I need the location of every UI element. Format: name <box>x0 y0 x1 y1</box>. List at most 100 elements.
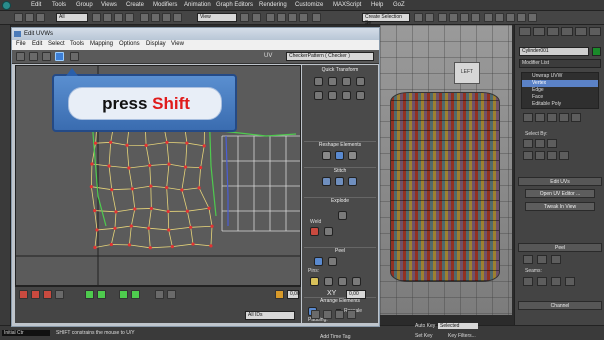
render-frame-icon[interactable] <box>506 13 515 22</box>
uv-value-spinner[interactable]: 0,00 <box>346 290 366 299</box>
select-by-name-icon[interactable] <box>103 13 112 22</box>
uv-shrink-icon[interactable] <box>97 290 106 299</box>
mirror-icon[interactable] <box>414 13 423 22</box>
edit-uvs-rollout[interactable]: Edit UVs <box>518 177 602 186</box>
scale-icon[interactable] <box>162 13 171 22</box>
uv-rotate-icon[interactable] <box>29 52 38 61</box>
utilities-tab-icon[interactable] <box>589 27 601 36</box>
stitch-average-icon[interactable] <box>335 177 344 186</box>
checker-textured-cylinder[interactable] <box>390 92 500 282</box>
menu-modifiers[interactable]: Modifiers <box>153 2 177 8</box>
uv-vertex-mode-icon[interactable] <box>19 290 28 299</box>
stitch-header[interactable]: Stitch <box>304 167 376 175</box>
hierarchy-tab-icon[interactable] <box>547 27 559 36</box>
modifier-list-combo[interactable]: Modifier List <box>519 59 601 68</box>
select-manipulate-icon[interactable] <box>252 13 261 22</box>
all-ids-combo[interactable]: All IDs <box>245 311 295 320</box>
select-vertex-icon[interactable] <box>523 139 533 148</box>
move-icon[interactable] <box>140 13 149 22</box>
stack-item-edge[interactable]: Edge <box>522 87 598 94</box>
tweak-in-view-button[interactable]: Tweak In View <box>525 202 595 211</box>
pin-icon[interactable] <box>310 277 319 286</box>
open-uv-editor-button[interactable]: Open UV Editor ... <box>525 189 595 198</box>
render-icon[interactable] <box>517 13 526 22</box>
uv-menu-tools[interactable]: Tools <box>70 41 84 47</box>
explode-header[interactable]: Explode <box>304 197 376 205</box>
peel-detach-icon[interactable] <box>314 257 323 266</box>
show-end-result-icon[interactable] <box>535 113 545 122</box>
maxscript-listener-field[interactable]: Initial Ctr <box>2 330 50 336</box>
channel-rollout[interactable]: Channel <box>518 301 602 310</box>
rotate-icon[interactable] <box>151 13 160 22</box>
align-icon[interactable] <box>425 13 434 22</box>
select-object-icon[interactable] <box>92 13 101 22</box>
render-production-icon[interactable] <box>528 13 537 22</box>
relax-by-face-icon[interactable] <box>348 151 357 160</box>
uv-zoom-icon[interactable] <box>323 310 332 319</box>
break-icon[interactable] <box>338 211 347 220</box>
undo-icon[interactable] <box>14 13 23 22</box>
auto-pin-icon[interactable] <box>338 277 347 286</box>
remove-modifier-icon[interactable] <box>559 113 569 122</box>
angle-snap-icon[interactable] <box>277 13 286 22</box>
rect-region-icon[interactable] <box>114 13 123 22</box>
menu-group[interactable]: Group <box>76 2 93 8</box>
seams-expand-icon[interactable] <box>551 277 561 286</box>
uv-select-by-id-icon[interactable] <box>167 290 176 299</box>
schematic-icon[interactable] <box>471 13 480 22</box>
rotate-ccw-icon[interactable] <box>328 91 337 100</box>
named-selection-combo[interactable]: Create Selection Se <box>362 13 410 26</box>
uv-edge-mode-icon[interactable] <box>31 290 40 299</box>
quick-transform-header[interactable]: Quick Transform <box>304 67 376 75</box>
uv-mirror-icon[interactable] <box>70 52 79 61</box>
add-time-tag-button[interactable]: Add Time Tag <box>320 334 350 340</box>
menu-customize[interactable]: Customize <box>295 2 323 8</box>
uv-menu-mapping[interactable]: Mapping <box>90 41 113 47</box>
pelt-map-icon[interactable] <box>537 255 547 264</box>
reset-peel-icon[interactable] <box>551 255 561 264</box>
seams-clear-icon[interactable] <box>565 277 575 286</box>
loop-selection-icon[interactable] <box>559 151 569 160</box>
stack-item-face[interactable]: Face <box>522 94 598 101</box>
uv-scale-icon[interactable] <box>42 52 51 61</box>
uv-move-icon[interactable] <box>16 52 25 61</box>
texture-combo[interactable]: CheckerPattern ( Checker ) <box>286 52 374 61</box>
menu-tools[interactable]: Tools <box>52 2 66 8</box>
spinner-snap-icon[interactable] <box>299 13 308 22</box>
weld-target-icon[interactable] <box>324 227 333 236</box>
curve-editor-icon[interactable] <box>460 13 469 22</box>
selection-filter-combo[interactable]: All <box>56 13 88 22</box>
uv-u-spinner[interactable]: 0,00 <box>287 290 300 299</box>
edit-named-sel-icon[interactable] <box>312 13 321 22</box>
uv-menu-display[interactable]: Display <box>146 41 166 47</box>
menu-rendering[interactable]: Rendering <box>259 2 287 8</box>
uv-lock-icon[interactable] <box>275 290 284 299</box>
uv-zoom-extents-icon[interactable] <box>347 310 356 319</box>
layer-manager-icon[interactable] <box>438 13 447 22</box>
display-tab-icon[interactable] <box>575 27 587 36</box>
menu-graph-editors[interactable]: Graph Editors <box>216 2 253 8</box>
object-name-field[interactable]: Cylinder001 <box>519 47 589 56</box>
uv-window-titlebar[interactable]: Edit UVWs <box>12 28 379 40</box>
viewcube-box[interactable]: LEFT <box>454 62 480 84</box>
menu-help[interactable]: Help <box>371 2 383 8</box>
space-h-icon[interactable] <box>342 77 351 86</box>
rotate-cw-icon[interactable] <box>314 91 323 100</box>
ring-selection-icon[interactable] <box>547 151 557 160</box>
configure-sets-icon[interactable] <box>571 113 581 122</box>
align-u-icon[interactable] <box>314 77 323 86</box>
menu-animation[interactable]: Animation <box>184 2 211 8</box>
relax-icon[interactable] <box>356 91 365 100</box>
stitch-source-icon[interactable] <box>348 177 357 186</box>
peel-rollout[interactable]: Peel <box>518 243 602 252</box>
space-v-icon[interactable] <box>356 77 365 86</box>
uv-menu-view[interactable]: View <box>171 41 184 47</box>
selected-combo[interactable]: Selected <box>438 323 478 329</box>
uv-loop-icon[interactable] <box>119 290 128 299</box>
snap-icon[interactable] <box>266 13 275 22</box>
key-filters-button[interactable]: Key Filters... <box>448 333 476 339</box>
straighten-selection-icon[interactable] <box>322 151 331 160</box>
peel-reset-icon[interactable] <box>328 257 337 266</box>
uv-grow-icon[interactable] <box>85 290 94 299</box>
uv-element-mode-icon[interactable] <box>55 290 64 299</box>
